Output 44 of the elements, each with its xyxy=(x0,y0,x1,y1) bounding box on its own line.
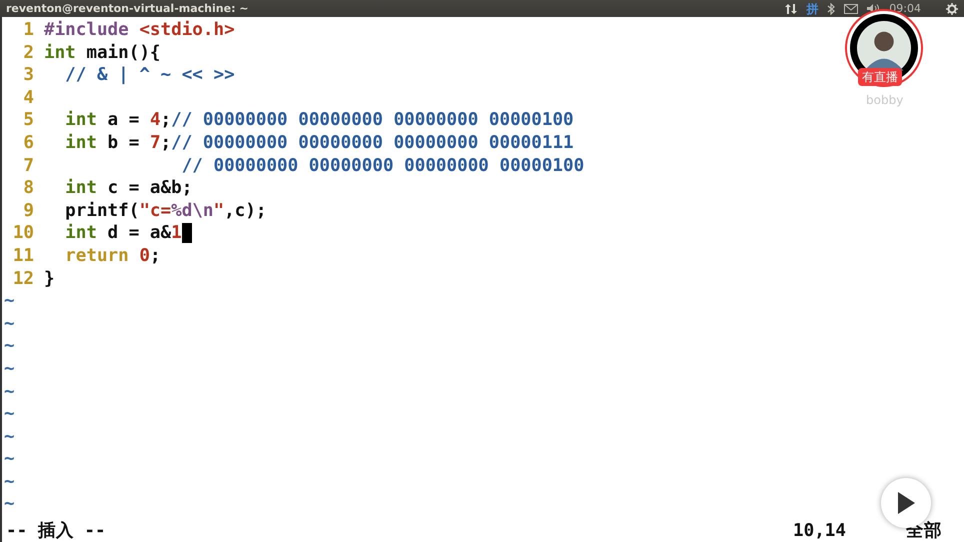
code-line: int b = 7;// 00000000 00000000 00000000 00000111 xyxy=(64,132,574,155)
input-method-indicator[interactable]: 拼 xyxy=(806,2,818,14)
bluetooth-icon[interactable] xyxy=(827,2,836,14)
empty-line-marker: ~ xyxy=(4,449,15,470)
code-line: #include <stdio.h> xyxy=(44,19,235,42)
empty-line-marker: ~ xyxy=(4,314,15,334)
empty-line-marker: ~ xyxy=(4,426,15,447)
cursor-position: 10,14 xyxy=(793,520,846,542)
line-number: 11 xyxy=(12,244,34,268)
line-number: 4 xyxy=(22,86,34,110)
line-number: 10 xyxy=(12,222,34,245)
code-line: int c = a&b; xyxy=(64,177,192,200)
code-line: int main(){ xyxy=(44,42,161,64)
play-icon xyxy=(896,491,916,515)
empty-line-marker: ~ xyxy=(4,358,15,379)
code-line: } xyxy=(44,268,55,290)
code-line: int a = 4;// 00000000 00000000 00000000 00000100 xyxy=(64,109,574,132)
line-number: 3 xyxy=(22,64,34,87)
live-badge: 有直播 xyxy=(858,68,902,86)
settings-icon[interactable] xyxy=(946,2,958,14)
code-line: return 0; xyxy=(64,244,161,268)
code-line: int d = a&1 xyxy=(64,222,182,245)
empty-line-marker: ~ xyxy=(4,404,15,424)
line-number: 7 xyxy=(22,154,34,178)
empty-line-marker: ~ xyxy=(4,382,15,402)
line-number: 8 xyxy=(22,177,34,200)
network-arrows-icon[interactable] xyxy=(785,2,798,14)
empty-line-marker: ~ xyxy=(4,494,15,514)
empty-line-marker: ~ xyxy=(4,291,15,312)
line-number: 2 xyxy=(22,42,34,64)
line-number: 5 xyxy=(22,109,34,132)
window-title: reventon@reventon-virtual-machine: ~ xyxy=(6,3,249,14)
code-line: // 00000000 00000000 00000000 00000100 xyxy=(180,154,584,178)
empty-line-marker: ~ xyxy=(4,472,15,492)
line-number: 1 xyxy=(22,19,34,42)
line-number: 12 xyxy=(12,268,34,290)
code-line: // & | ^ ~ << >> xyxy=(64,64,235,87)
text-cursor xyxy=(182,223,192,244)
mode-indicator: -- 插入 -- xyxy=(6,520,106,542)
empty-line-marker: ~ xyxy=(4,336,15,356)
line-number: 6 xyxy=(22,132,34,155)
mail-icon[interactable] xyxy=(844,4,858,14)
line-number: 9 xyxy=(22,200,34,222)
code-line: printf("c=%d\n",c); xyxy=(64,200,266,222)
